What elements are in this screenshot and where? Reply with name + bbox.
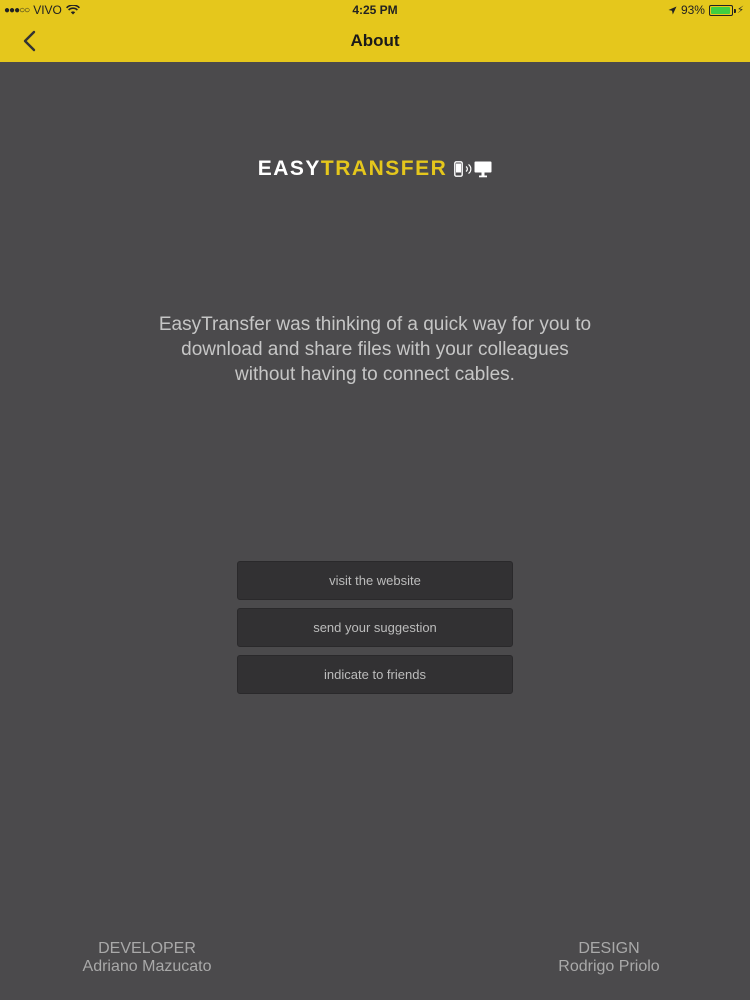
wireless-signal-icon <box>465 164 472 174</box>
battery-nub <box>733 8 736 13</box>
logo-transfer: TRANSFER <box>320 157 448 180</box>
status-time: 4:25 PM <box>352 3 398 17</box>
battery-percent: 93% <box>680 3 705 17</box>
status-bar: ●●●○○ VIVO 4:25 PM 93% ⚡ <box>0 0 750 20</box>
battery-icon <box>708 4 736 16</box>
logo-wordmark: EASYTRANSFER <box>258 157 448 181</box>
developer-credit: DEVELOPER Adriano Mazucato <box>67 940 227 976</box>
developer-name: Adriano Mazucato <box>82 958 212 975</box>
app-description: EasyTransfer was thinking of a quick way… <box>158 314 592 385</box>
nav-bar: About <box>0 20 750 62</box>
monitor-icon <box>474 161 492 177</box>
phone-icon <box>454 161 464 177</box>
design-name: Rodrigo Priolo <box>558 958 660 975</box>
indicate-friends-button[interactable]: indicate to friends <box>237 655 513 694</box>
visit-website-button[interactable]: visit the website <box>237 561 513 600</box>
action-buttons: visit the website send your suggestion i… <box>237 561 513 702</box>
logo-icons <box>454 161 492 178</box>
charging-bolt-icon: ⚡ <box>736 4 744 16</box>
location-arrow-icon <box>668 6 677 14</box>
logo-easy: EASY <box>257 157 321 180</box>
send-suggestion-button[interactable]: send your suggestion <box>237 608 513 647</box>
design-credit: DESIGN Rodrigo Priolo <box>530 940 688 976</box>
app-logo: EASYTRANSFER <box>0 157 750 181</box>
developer-role: DEVELOPER <box>98 940 196 957</box>
design-role: DESIGN <box>578 940 640 957</box>
battery-fill <box>710 6 730 14</box>
page-title: About <box>350 31 400 50</box>
status-right: 93% ⚡ <box>668 3 744 17</box>
header: ●●●○○ VIVO 4:25 PM 93% ⚡ About <box>0 0 750 62</box>
